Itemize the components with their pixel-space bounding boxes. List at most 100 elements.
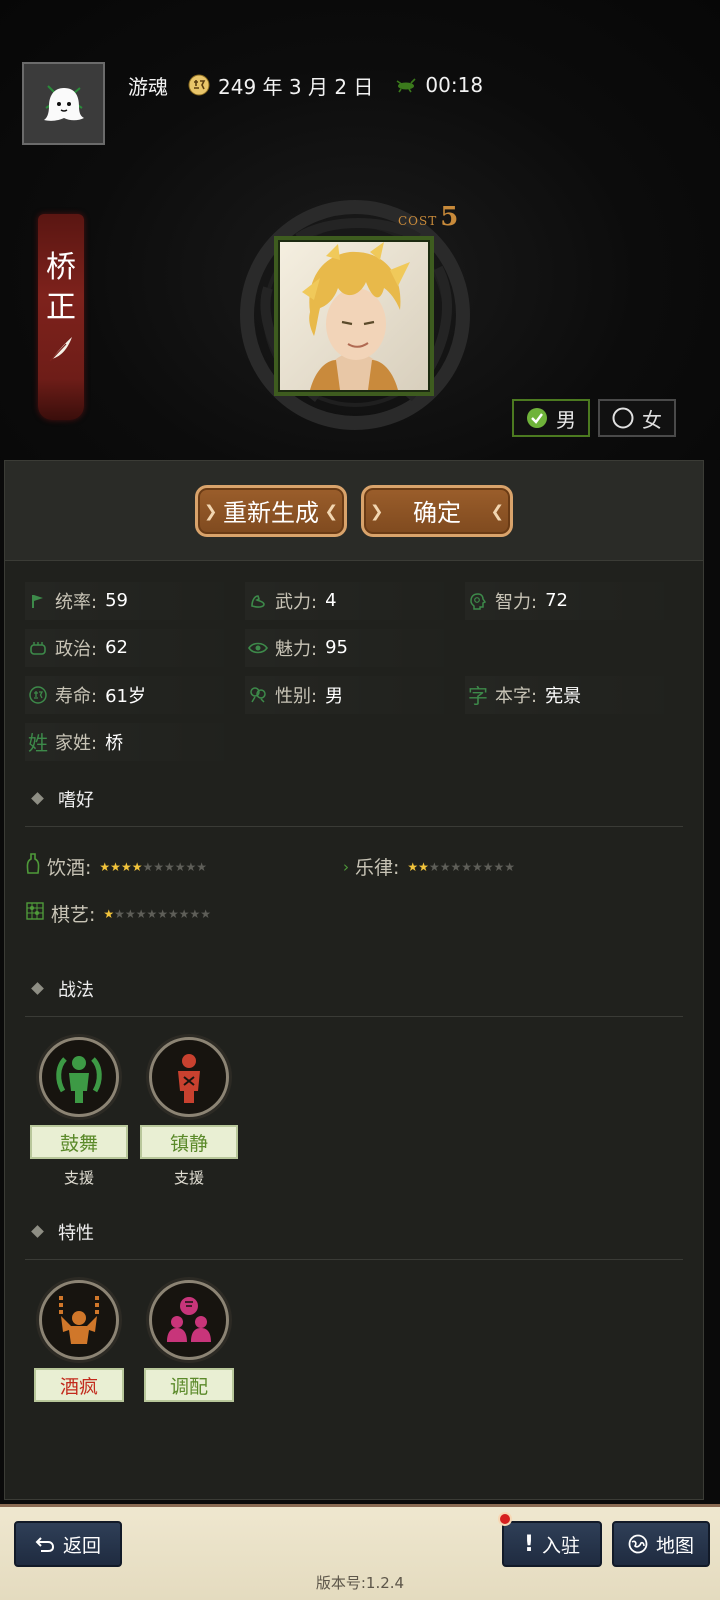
stats-row: 政治: 62 魅力: 95: [25, 624, 703, 671]
brain-head-icon: [465, 592, 491, 610]
tactics-title-text: 战法: [58, 979, 94, 1001]
flag-icon: [25, 593, 51, 609]
hobby-label: 饮酒:: [47, 857, 92, 879]
tactic-type: 支援: [63, 1169, 94, 1187]
stat-label: 家姓:: [55, 732, 98, 754]
confirm-label: 确定: [413, 499, 461, 527]
star-filled-icon: ★: [103, 906, 115, 921]
tactic-type: 支援: [173, 1169, 204, 1187]
star-empty-icon: ★: [164, 859, 175, 874]
tactic-item-zhenjing[interactable]: 镇静 支援: [140, 1037, 238, 1188]
star-rating: ★ ★ ★ ★ ★ ★ ★ ★ ★ ★: [99, 860, 207, 874]
stat-label: 本字:: [495, 685, 538, 707]
gender-male-label: 男: [556, 407, 576, 432]
checked-circle-icon: [526, 407, 548, 429]
stat-value: 4: [325, 590, 337, 611]
stat-value: 62: [105, 637, 128, 658]
stat-value: 桥: [105, 732, 124, 754]
star-empty-icon: ★: [146, 906, 158, 921]
star-empty-icon: ★: [504, 859, 516, 874]
stat-xingbie: 性别: 男: [245, 675, 465, 714]
cricket-icon: [393, 77, 417, 93]
character-portrait[interactable]: [274, 236, 434, 396]
notification-dot: [498, 1512, 512, 1526]
hobby-row: 棋艺: ★ ★ ★ ★ ★ ★ ★ ★ ★ ★: [5, 890, 703, 937]
confirm-button[interactable]: ❯ 确定 ❮: [361, 484, 513, 537]
name-char-1: 桥: [46, 250, 76, 285]
version-text: 版本号:1.2.4: [315, 1574, 405, 1592]
game-time: 00:18: [425, 73, 484, 97]
tactics-list: 鼓舞 支援 镇静 支援: [5, 1017, 703, 1188]
map-button[interactable]: 地图: [612, 1521, 710, 1567]
hobby-label: 棋艺:: [51, 904, 96, 926]
gender-female-option[interactable]: 女: [598, 399, 676, 437]
star-empty-icon: ★: [174, 859, 186, 874]
exclamation-icon: !: [523, 1531, 535, 1557]
star-empty-icon: ★: [428, 859, 440, 874]
player-avatar[interactable]: [22, 62, 105, 145]
eye-icon: [245, 641, 271, 655]
muscle-icon: [245, 592, 271, 610]
stat-value: 72: [545, 590, 568, 611]
unchecked-circle-icon: [612, 407, 634, 429]
arrow-right-icon: ❮: [490, 501, 504, 520]
star-empty-icon: ★: [124, 906, 136, 921]
stat-label: 统率:: [55, 591, 98, 613]
gender-male-option[interactable]: 男: [512, 399, 590, 437]
diamond-bullet-icon: [31, 792, 44, 805]
name-char-2: 正: [46, 290, 76, 325]
star-empty-icon: ★: [135, 906, 147, 921]
cost-indicator: COST 5: [398, 202, 458, 232]
go-board-icon: [25, 901, 45, 926]
chevron-right-icon: ›: [343, 857, 349, 876]
star-empty-icon: ★: [196, 859, 208, 874]
game-date: 249 年 3 月 2 日: [218, 74, 374, 99]
stat-shouming: 寿命: 61岁: [25, 675, 245, 714]
stat-value: 95: [325, 637, 348, 658]
stat-label: 武力:: [275, 591, 318, 613]
header-info: 游魂 249 年 3 月 2 日 00:18: [128, 70, 483, 100]
trait-item-jiufeng[interactable]: 酒疯: [31, 1280, 127, 1402]
diamond-bullet-icon: [31, 982, 44, 995]
stat-meili: 魅力: 95: [245, 628, 465, 667]
star-rating: ★ ★ ★ ★ ★ ★ ★ ★ ★ ★: [103, 907, 211, 921]
garrison-button[interactable]: ! 入驻: [502, 1521, 602, 1567]
star-empty-icon: ★: [168, 906, 179, 921]
zi-char-icon: 字: [468, 684, 488, 708]
tactic-item-guwu[interactable]: 鼓舞 支援: [30, 1037, 128, 1188]
star-filled-icon: ★: [131, 859, 143, 874]
traits-list: 酒疯 调配: [5, 1260, 703, 1402]
stat-label: 政治:: [55, 638, 98, 660]
regenerate-button[interactable]: ❯ 重新生成 ❮: [195, 484, 347, 537]
longevity-icon: [25, 685, 51, 704]
cushion-icon: [25, 639, 51, 657]
hobby-label: 乐律:: [355, 857, 400, 879]
traits-section-title: 特性: [25, 1204, 683, 1260]
star-empty-icon: ★: [439, 859, 451, 874]
star-empty-icon: ★: [461, 859, 472, 874]
tactics-section-title: 战法: [25, 961, 683, 1017]
chained-figure-icon: [39, 1280, 119, 1360]
tactic-name: 镇静: [140, 1125, 238, 1159]
trait-item-tiaopei[interactable]: 调配: [141, 1280, 237, 1402]
stat-value: 61岁: [105, 685, 146, 707]
character-header-area: 游魂 249 年 3 月 2 日 00:18 桥 正 COST 5 男 女: [0, 0, 720, 460]
star-empty-icon: ★: [178, 906, 190, 921]
back-button[interactable]: 返回: [14, 1521, 122, 1567]
gender-female-label: 女: [642, 407, 662, 432]
globe-icon: [628, 1534, 648, 1554]
cost-label: COST: [398, 214, 438, 228]
star-empty-icon: ★: [200, 906, 212, 921]
star-filled-icon: ★: [407, 859, 419, 874]
star-empty-icon: ★: [142, 859, 154, 874]
stat-label: 魅力:: [275, 638, 318, 660]
gender-pair-icon: [245, 686, 271, 704]
star-filled-icon: ★: [418, 859, 429, 874]
regenerate-label: 重新生成: [223, 499, 319, 527]
stat-value: 59: [105, 590, 128, 611]
stats-row: 姓 家姓: 桥: [25, 718, 703, 765]
stats-row: 寿命: 61岁 性别: 男 字 本字: 宪景: [25, 671, 703, 718]
star-empty-icon: ★: [493, 859, 505, 874]
stat-wuli: 武力: 4: [245, 581, 465, 620]
star-empty-icon: ★: [482, 859, 494, 874]
